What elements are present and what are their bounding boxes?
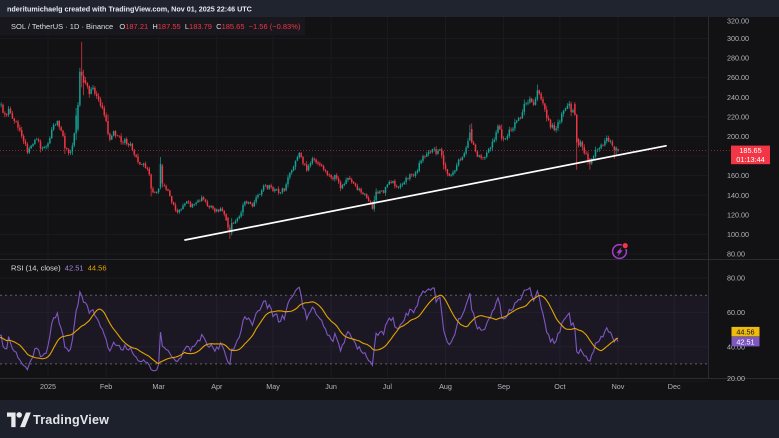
svg-text:260.00: 260.00 bbox=[727, 73, 749, 82]
svg-text:SOL / TetherUS · 1D · Binance: SOL / TetherUS · 1D · Binance O187.21 H1… bbox=[11, 22, 301, 31]
svg-text:Aug: Aug bbox=[439, 382, 452, 391]
svg-text:240.00: 240.00 bbox=[727, 93, 749, 102]
svg-text:Jun: Jun bbox=[325, 382, 337, 391]
svg-text:185.65: 185.65 bbox=[739, 146, 761, 155]
svg-text:220.00: 220.00 bbox=[727, 112, 749, 121]
svg-text:44.56: 44.56 bbox=[736, 328, 754, 337]
svg-text:200.00: 200.00 bbox=[727, 132, 749, 141]
svg-text:300.00: 300.00 bbox=[727, 34, 749, 43]
svg-text:Nov: Nov bbox=[612, 382, 625, 391]
svg-text:160.00: 160.00 bbox=[727, 171, 749, 180]
svg-text:Apr: Apr bbox=[211, 382, 223, 391]
svg-text:Feb: Feb bbox=[100, 382, 112, 391]
svg-text:TradingView: TradingView bbox=[33, 413, 109, 427]
svg-text:RSI (14, close) 42.51 44.56: RSI (14, close) 42.51 44.56 bbox=[11, 264, 107, 273]
svg-text:80.00: 80.00 bbox=[727, 274, 745, 283]
svg-text:80.00: 80.00 bbox=[727, 250, 745, 259]
svg-text:Sep: Sep bbox=[497, 382, 510, 391]
svg-text:May: May bbox=[266, 382, 280, 391]
svg-text:140.00: 140.00 bbox=[727, 191, 749, 200]
svg-text:Oct: Oct bbox=[554, 382, 565, 391]
svg-text:60.00: 60.00 bbox=[727, 308, 745, 317]
svg-text:Mar: Mar bbox=[152, 382, 165, 391]
svg-text:280.00: 280.00 bbox=[727, 54, 749, 63]
svg-text:Dec: Dec bbox=[668, 382, 681, 391]
svg-text:Jul: Jul bbox=[383, 382, 393, 391]
svg-text:nderitumichaelg created with T: nderitumichaelg created with TradingView… bbox=[7, 5, 252, 14]
svg-text:42.51: 42.51 bbox=[736, 338, 754, 347]
svg-text:20.00: 20.00 bbox=[727, 374, 745, 383]
svg-text:320.00: 320.00 bbox=[727, 17, 749, 26]
svg-text:120.00: 120.00 bbox=[727, 210, 749, 219]
svg-text:100.00: 100.00 bbox=[727, 230, 749, 239]
svg-text:01:13:44: 01:13:44 bbox=[736, 155, 764, 164]
svg-text:2025: 2025 bbox=[40, 382, 56, 391]
